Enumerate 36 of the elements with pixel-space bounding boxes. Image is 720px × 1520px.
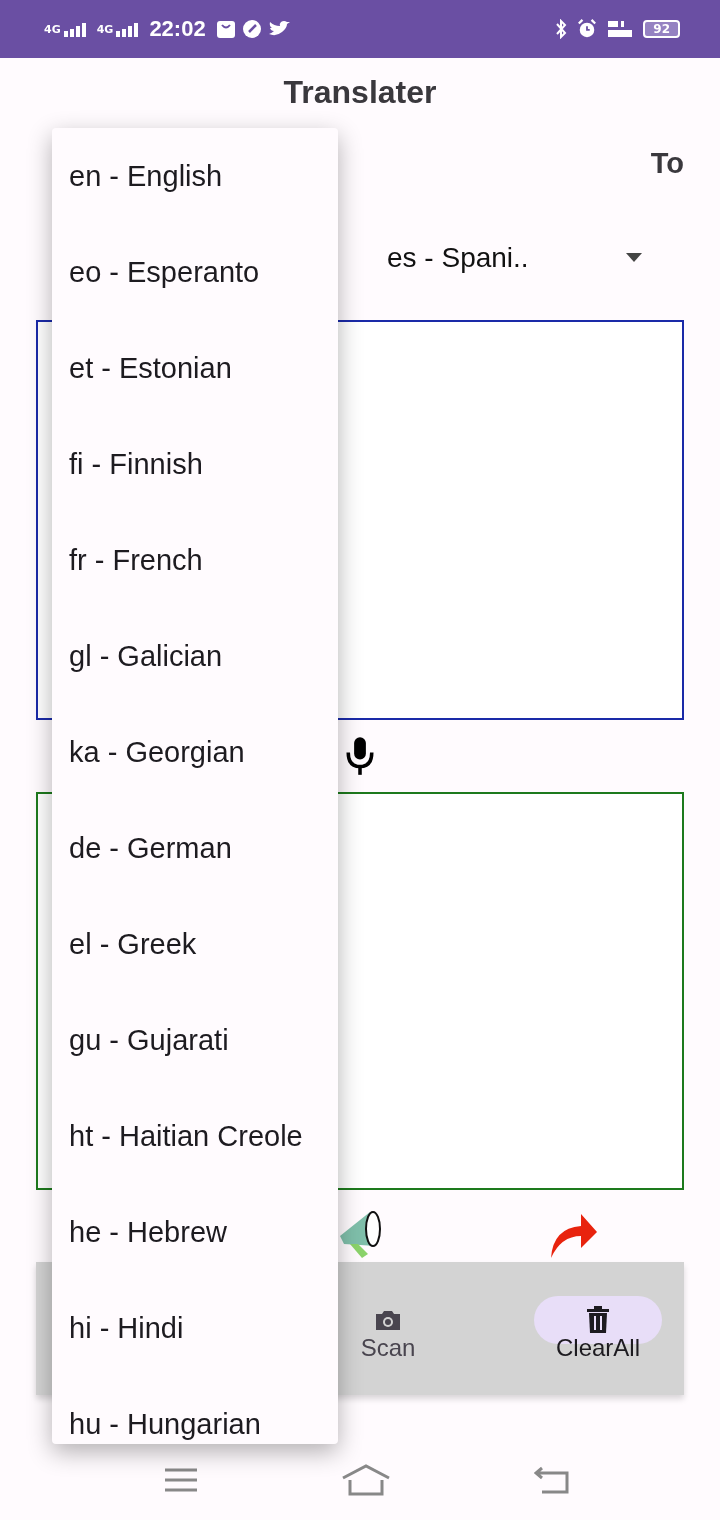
camera-icon [374,1308,402,1331]
alarm-icon [577,19,598,39]
signal-icon [115,21,140,37]
microphone-icon[interactable] [345,736,375,776]
clock-time: 22:02 [149,16,206,42]
language-option[interactable]: eo - Esperanto [52,224,338,320]
gauge-icon [241,19,262,39]
bird-icon [267,20,290,38]
language-option[interactable]: de - German [52,800,338,896]
language-option[interactable]: hi - Hindi [52,1280,338,1376]
language-option[interactable]: gl - Galician [52,608,338,704]
language-option[interactable]: gu - Gujarati [52,992,338,1088]
language-option[interactable]: hu - Hungarian [52,1376,338,1444]
volte-icon [607,19,634,39]
language-option[interactable]: fr - French [52,512,338,608]
language-option[interactable]: en - English [52,128,338,224]
signal-icon [62,21,87,37]
language-option[interactable]: he - Hebrew [52,1184,338,1280]
target-language-dropdown[interactable]: es - Spani.. [345,218,684,298]
home-icon[interactable] [341,1464,391,1496]
app-title: Translater [283,73,437,111]
menu-icon[interactable] [164,1468,198,1492]
network-type: 4G [44,22,61,36]
language-option[interactable]: fi - Finnish [52,416,338,512]
to-label: To [650,146,684,180]
trash-icon [586,1304,610,1335]
battery-indicator: 92 [643,20,680,38]
language-option[interactable]: ka - Georgian [52,704,338,800]
language-option[interactable]: el - Greek [52,896,338,992]
network-type: 4G [96,22,114,36]
caret-icon [624,253,644,263]
language-option[interactable]: ht - Haitian Creole [52,1088,338,1184]
language-option[interactable]: et - Estonian [52,320,338,416]
bag-icon [215,19,236,39]
bluetooth-icon [555,19,568,39]
back-icon[interactable] [534,1466,570,1494]
